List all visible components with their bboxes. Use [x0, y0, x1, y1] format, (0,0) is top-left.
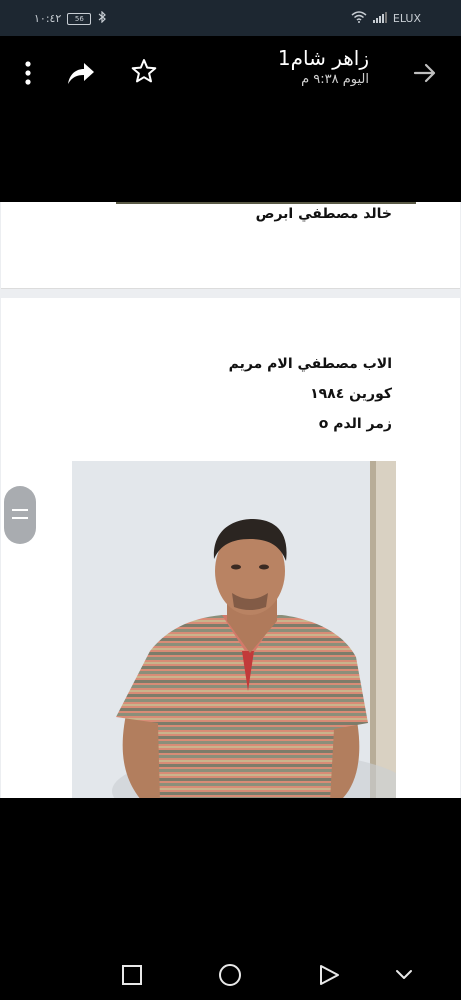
page1-text: خالد مصطفي ابرص [255, 206, 392, 222]
document-viewer[interactable]: خالد مصطفي ابرص الاب مصطفي الام مريم كور… [0, 202, 461, 798]
triangle-back-icon[interactable] [317, 963, 341, 991]
status-bar: ١٠:٤٢ 56 ELUX [0, 0, 461, 36]
blood-type-line: زمر الدم o [318, 416, 392, 432]
navigation-bar [0, 940, 461, 1000]
top-app-bar: زاهر شام1 اليوم ٩:٣٨ م [0, 36, 461, 202]
share-icon[interactable] [66, 60, 96, 90]
wifi-icon [351, 11, 367, 26]
page-title: زاهر شام1 [277, 46, 369, 70]
bluetooth-icon [97, 10, 107, 26]
square-icon[interactable] [121, 964, 143, 990]
page-subtitle: اليوم ٩:٣٨ م [301, 72, 369, 87]
title-block: زاهر شام1 اليوم ٩:٣٨ م [278, 46, 369, 87]
side-panel-handle[interactable] [4, 486, 36, 544]
status-time: ١٠:٤٢ [34, 12, 62, 25]
image-edge [116, 202, 416, 204]
forward-arrow-icon[interactable] [412, 60, 438, 90]
signal-icon [372, 11, 387, 26]
battery-icon: 56 [67, 12, 92, 25]
chevron-down-icon[interactable] [394, 967, 414, 987]
handle-line [12, 517, 28, 519]
parents-line: الاب مصطفي الام مريم [228, 356, 392, 372]
status-left: ١٠:٤٢ 56 [34, 10, 107, 26]
document-page-1: خالد مصطفي ابرص [1, 202, 460, 289]
person-photo [72, 461, 396, 798]
handle-line [12, 509, 28, 511]
star-icon[interactable] [131, 58, 157, 88]
carrier-label: ELUX [392, 12, 421, 25]
more-vert-icon[interactable] [20, 60, 36, 90]
circle-icon[interactable] [218, 963, 242, 991]
birth-line: كورين ١٩٨٤ [310, 386, 392, 402]
status-right: ELUX [351, 11, 421, 26]
